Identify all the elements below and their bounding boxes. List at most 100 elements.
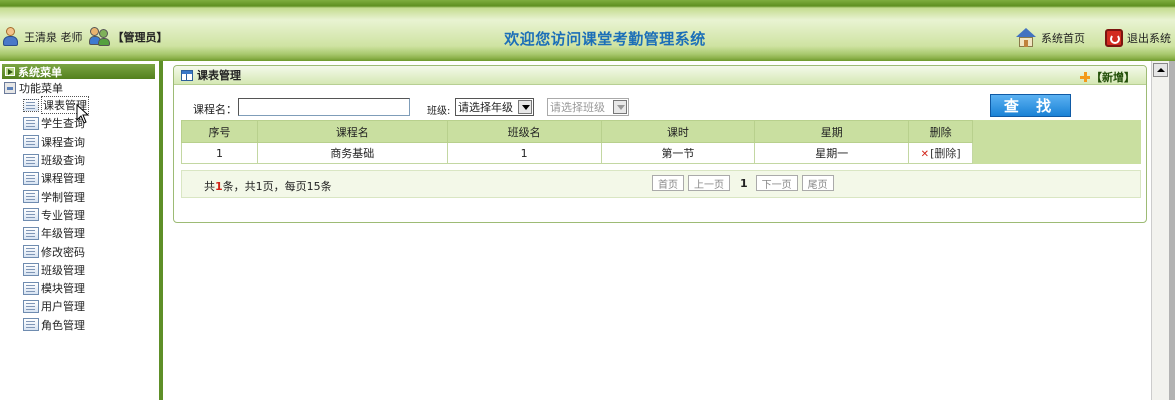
add-button-label: 【新增】 — [1091, 71, 1135, 84]
window-edge — [1169, 61, 1175, 400]
cell-index: 1 — [181, 142, 258, 164]
page-icon — [23, 318, 39, 332]
last-page-button[interactable]: 尾页 — [801, 175, 834, 191]
header-filler — [972, 120, 1141, 143]
home-link[interactable]: 系统首页 — [1041, 30, 1085, 46]
current-page: 1 — [740, 176, 748, 190]
record-summary: 共1条，共1页，每页15条 — [204, 178, 332, 194]
first-page-button[interactable]: 首页 — [652, 175, 684, 191]
cell-period: 第一节 — [600, 142, 756, 164]
sidebar-item-label: 模块管理 — [41, 282, 85, 296]
search-button[interactable]: 查 找 — [990, 94, 1071, 117]
sidebar-item-label: 用户管理 — [41, 300, 85, 314]
delete-icon[interactable]: ✕ — [921, 149, 929, 160]
scroll-up-arrow-icon[interactable] — [1153, 63, 1168, 77]
class-label: 班级: — [427, 106, 451, 117]
chevron-down-icon[interactable] — [518, 100, 532, 114]
cell-delete: ✕[删除] — [908, 142, 974, 164]
total-suffix: 条，共1页，每页15条 — [222, 180, 332, 193]
table-row: 1 商务基础 1 第一节 星期一 ✕[删除] — [181, 142, 1141, 164]
grade-select-value: 请选择年级 — [458, 101, 513, 114]
cell-course: 商务基础 — [256, 142, 448, 164]
sidebar-item-label: 年级管理 — [41, 227, 85, 241]
vertical-scrollbar[interactable] — [1151, 61, 1169, 400]
panel-header: 课表管理 【新增】 — [174, 66, 1146, 85]
main-content: 课表管理 【新增】 课程名： 班级: 请选择年级 请选择班级 查 找 序号 课程… — [167, 61, 1151, 400]
page-title: 欢迎您访问课堂考勤管理系统 — [504, 30, 706, 48]
class-select-value: 请选择班级 — [550, 101, 605, 114]
top-header: 王清泉 老师 【管理员】 欢迎您访问课堂考勤管理系统 系统首页 退出系统 — [0, 0, 1175, 61]
table-icon — [181, 69, 193, 81]
add-button[interactable]: 【新增】 — [1080, 69, 1135, 85]
sidebar-item-major-manage[interactable]: 专业管理 — [23, 206, 159, 224]
timetable-panel: 课表管理 【新增】 课程名： 班级: 请选择年级 请选择班级 查 找 序号 课程… — [173, 65, 1147, 223]
page-icon — [23, 299, 39, 313]
row-filler — [972, 142, 1141, 164]
sidebar-item-label: 课程管理 — [41, 172, 85, 186]
tree-root[interactable]: 功能菜单 — [4, 79, 159, 96]
menu-tree: 课表管理 学生查询 课程查询 班级查询 课程管理 学制管理 专业管理 年级管理 … — [23, 96, 159, 334]
sidebar-item-label: 专业管理 — [41, 208, 85, 222]
column-header: 删除 — [908, 120, 974, 143]
total-count: 1 — [215, 180, 223, 193]
cell-class: 1 — [446, 142, 602, 164]
page-icon — [23, 208, 39, 222]
sidebar-item-label: 修改密码 — [41, 245, 85, 259]
sidebar-item-change-password[interactable]: 修改密码 — [23, 242, 159, 260]
course-name-label: 课程名： — [193, 103, 237, 116]
page-icon — [23, 245, 39, 259]
class-select: 请选择班级 — [547, 98, 629, 116]
tree-root-label: 功能菜单 — [19, 81, 63, 95]
sidebar-heading: 系统菜单 — [2, 64, 155, 79]
course-name-input[interactable] — [238, 98, 410, 116]
page-icon — [23, 171, 39, 185]
page-icon — [23, 226, 39, 240]
grade-select[interactable]: 请选择年级 — [455, 98, 534, 116]
mouse-cursor-icon — [76, 104, 90, 124]
sidebar-item-label: 班级管理 — [41, 263, 85, 277]
timetable-table: 序号 课程名 班级名 课时 星期 删除 1 商务基础 1 第一节 星期一 ✕[删… — [181, 120, 1141, 164]
sidebar-item-class-query[interactable]: 班级查询 — [23, 151, 159, 169]
column-header: 班级名 — [446, 120, 602, 143]
sidebar-item-schooling-manage[interactable]: 学制管理 — [23, 187, 159, 205]
delete-link[interactable]: [删除] — [930, 147, 961, 160]
page-icon — [23, 98, 39, 112]
sidebar-item-grade-manage[interactable]: 年级管理 — [23, 224, 159, 242]
sidebar-item-label: 角色管理 — [41, 318, 85, 332]
sidebar-item-class-manage[interactable]: 班级管理 — [23, 261, 159, 279]
power-icon[interactable] — [1105, 29, 1123, 47]
next-page-button[interactable]: 下一页 — [755, 175, 798, 191]
prev-page-button[interactable]: 上一页 — [688, 175, 730, 191]
sidebar-item-module-manage[interactable]: 模块管理 — [23, 279, 159, 297]
sidebar-item-label: 班级查询 — [41, 154, 85, 168]
page-icon — [23, 190, 39, 204]
page-icon — [23, 281, 39, 295]
total-prefix: 共 — [204, 180, 215, 193]
plus-icon — [1080, 72, 1090, 82]
page-icon — [23, 153, 39, 167]
sidebar-item-course-manage[interactable]: 课程管理 — [23, 169, 159, 187]
column-header: 星期 — [754, 120, 910, 143]
column-header: 课程名 — [256, 120, 448, 143]
header-links: 系统首页 退出系统 — [1015, 26, 1171, 50]
home-icon[interactable] — [1015, 28, 1037, 48]
sidebar-item-user-manage[interactable]: 用户管理 — [23, 297, 159, 315]
sidebar-item-label: 课程查询 — [41, 135, 85, 149]
column-header: 序号 — [181, 120, 258, 143]
pager: 首页 上一页 1 下一页 尾页 — [652, 175, 838, 191]
sidebar-item-label: 学制管理 — [41, 190, 85, 204]
panel-title: 课表管理 — [197, 69, 241, 82]
chevron-down-icon — [613, 100, 627, 114]
pagination-bar: 共1条，共1页，每页15条 首页 上一页 1 下一页 尾页 — [181, 170, 1141, 198]
page-icon — [23, 135, 39, 149]
sidebar-item-course-query[interactable]: 课程查询 — [23, 133, 159, 151]
logout-link[interactable]: 退出系统 — [1127, 30, 1171, 46]
table-header-row: 序号 课程名 班级名 课时 星期 删除 — [181, 120, 1141, 143]
cell-weekday: 星期一 — [754, 142, 910, 164]
column-header: 课时 — [600, 120, 756, 143]
sidebar-heading-label: 系统菜单 — [18, 65, 62, 79]
page-icon — [23, 116, 39, 130]
sidebar-item-role-manage[interactable]: 角色管理 — [23, 316, 159, 334]
search-bar: 课程名： 班级: 请选择年级 请选择班级 查 找 — [181, 94, 1141, 117]
folder-icon — [4, 81, 16, 94]
